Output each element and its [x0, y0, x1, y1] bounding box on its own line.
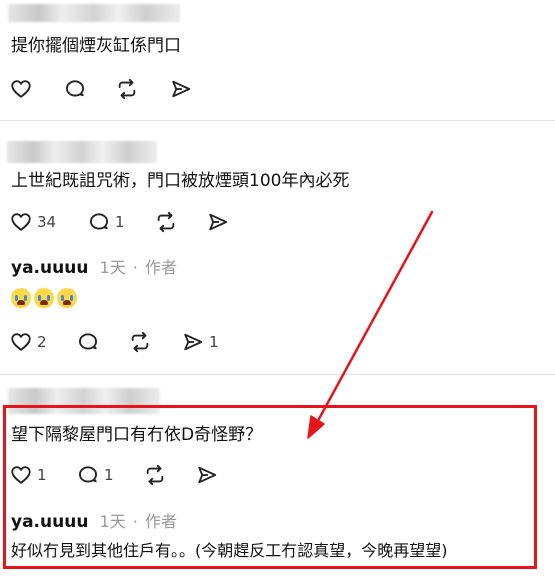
annotation-arrow [307, 210, 434, 439]
